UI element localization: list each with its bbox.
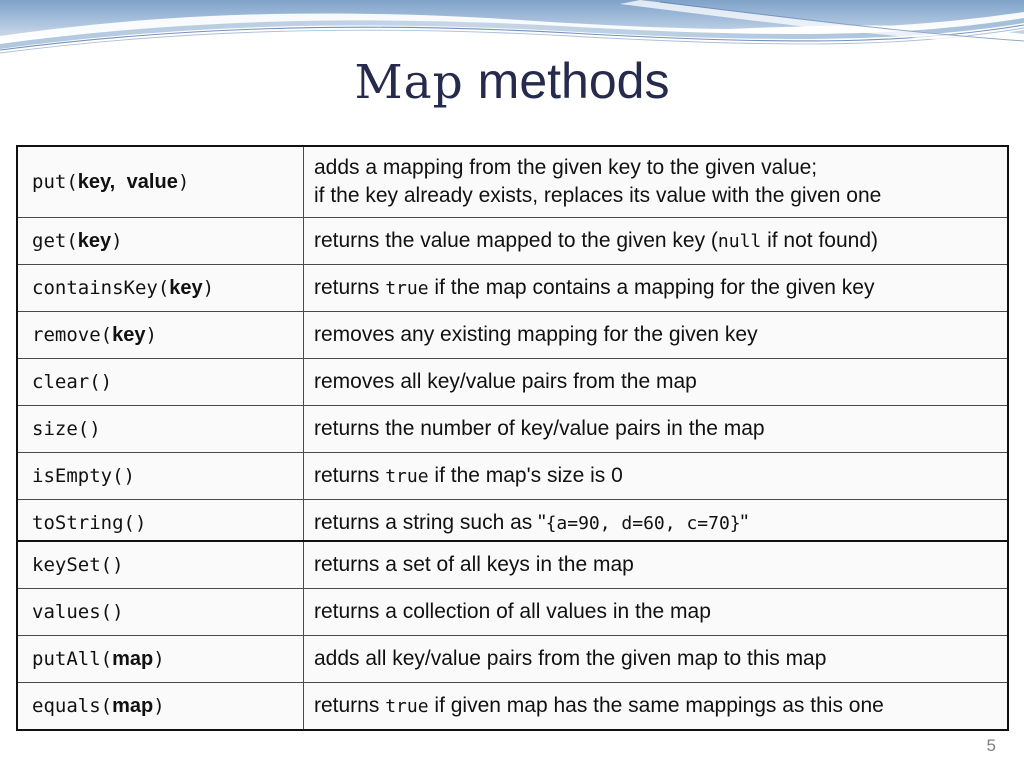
table-row: put(key, value) adds a mapping from the g… bbox=[16, 145, 1009, 218]
table-row: get(key) returns the value mapped to the … bbox=[16, 217, 1009, 265]
description-text: returns a set of all keys in the map bbox=[314, 553, 634, 577]
map-view-methods-table: keySet() returns a set of all keys in the… bbox=[16, 540, 1009, 731]
table-row: values() returns a collection of all valu… bbox=[16, 588, 1009, 636]
method-parameter: key, bbox=[77, 170, 116, 193]
method-description-cell: returns the value mapped to the given ke… bbox=[303, 217, 1009, 265]
description-text: returns bbox=[314, 276, 386, 300]
description-text: " bbox=[740, 511, 749, 535]
inline-code: true bbox=[385, 696, 429, 718]
method-description-cell: returns the number of key/value pairs in… bbox=[303, 405, 1009, 453]
table-row: equals(map) returns true if given map has… bbox=[16, 682, 1009, 731]
method-parameter: map bbox=[112, 647, 154, 670]
description-text: if not found) bbox=[761, 229, 879, 253]
page-title: Map methods bbox=[0, 56, 1024, 106]
table-row: size() returns the number of key/value pa… bbox=[16, 405, 1009, 453]
table-row: putAll(map) adds all key/value pairs from… bbox=[16, 635, 1009, 683]
slide-page-number: 5 bbox=[986, 736, 996, 755]
header-decoration-banner bbox=[0, 0, 1024, 60]
method-signature-cell: values() bbox=[16, 588, 304, 636]
table-body-core: put(key, value) adds a mapping from the g… bbox=[16, 145, 1009, 548]
method-paren: ) bbox=[202, 276, 215, 299]
method-description-cell: returns true if given map has the same m… bbox=[303, 682, 1009, 731]
method-description-cell: returns a set of all keys in the map bbox=[303, 540, 1009, 589]
method-description-cell: returns a collection of all values in th… bbox=[303, 588, 1009, 636]
method-description-cell: returns true if the map's size is 0 bbox=[303, 452, 1009, 500]
table-row: keySet() returns a set of all keys in the… bbox=[16, 540, 1009, 589]
inline-code: {a=90, d=60, c=70} bbox=[545, 513, 741, 535]
description-text: returns bbox=[314, 694, 386, 718]
method-signature-cell: put(key, value) bbox=[16, 145, 304, 218]
description-text: if the key already exists, replaces its … bbox=[314, 184, 882, 207]
table-row: clear() removes all key/value pairs from … bbox=[16, 358, 1009, 406]
method-description-cell: returns true if the map contains a mappi… bbox=[303, 264, 1009, 312]
method-signature-cell: get(key) bbox=[16, 217, 304, 265]
description-text: returns a string such as " bbox=[314, 511, 546, 535]
method-signature-cell: equals(map) bbox=[16, 682, 304, 731]
table-body-views: keySet() returns a set of all keys in the… bbox=[16, 540, 1009, 731]
page-title-word: methods bbox=[477, 53, 670, 109]
description-text: adds a mapping from the given key to the… bbox=[314, 156, 818, 180]
page-title-code-word: Map bbox=[354, 55, 464, 110]
method-description-cell: adds all key/value pairs from the given … bbox=[303, 635, 1009, 683]
method-paren: ) bbox=[145, 323, 157, 346]
method-signature-cell: size() bbox=[16, 405, 304, 453]
table-row: isEmpty() returns true if the map's size … bbox=[16, 452, 1009, 500]
description-text: adds all key/value pairs from the given … bbox=[314, 647, 827, 671]
description-text: removes any existing mapping for the giv… bbox=[314, 323, 758, 347]
method-name: size() bbox=[32, 418, 101, 440]
method-paren: ) bbox=[153, 694, 165, 717]
method-name: keySet() bbox=[32, 554, 124, 576]
description-text: returns bbox=[314, 464, 386, 488]
map-core-methods-table: put(key, value) adds a mapping from the g… bbox=[16, 145, 1009, 548]
method-parameter: key bbox=[112, 323, 146, 346]
method-name: values() bbox=[32, 601, 124, 623]
description-text: returns the value mapped to the given ke… bbox=[314, 229, 718, 253]
method-name: remove( bbox=[32, 323, 113, 346]
method-paren: ) bbox=[111, 229, 123, 252]
method-signature-cell: isEmpty() bbox=[16, 452, 304, 500]
method-signature-cell: keySet() bbox=[16, 540, 304, 589]
method-parameter: map bbox=[112, 694, 154, 717]
method-name: putAll( bbox=[32, 647, 113, 670]
method-name: equals( bbox=[32, 694, 113, 717]
method-name: isEmpty() bbox=[32, 465, 135, 487]
method-signature-cell: putAll(map) bbox=[16, 635, 304, 683]
method-parameter: value bbox=[126, 170, 178, 193]
method-description-cell: removes all key/value pairs from the map bbox=[303, 358, 1009, 406]
description-text: returns the number of key/value pairs in… bbox=[314, 417, 765, 441]
method-description-cell: removes any existing mapping for the giv… bbox=[303, 311, 1009, 359]
method-name: containsKey( bbox=[32, 276, 170, 299]
method-parameter: key bbox=[169, 276, 203, 299]
description-text: if the map's size is 0 bbox=[428, 464, 623, 488]
description-text: returns a collection of all values in th… bbox=[314, 600, 711, 624]
method-name: toString() bbox=[32, 512, 147, 534]
method-paren: ) bbox=[153, 647, 165, 670]
method-paren: ) bbox=[177, 170, 190, 193]
description-text: removes all key/value pairs from the map bbox=[314, 370, 697, 394]
method-name: clear() bbox=[32, 371, 113, 393]
method-name: get( bbox=[32, 229, 78, 252]
method-description-cell: adds a mapping from the given key to the… bbox=[303, 145, 1009, 218]
method-name: put( bbox=[32, 170, 78, 193]
method-signature-cell: clear() bbox=[16, 358, 304, 406]
method-signature-cell: containsKey(key) bbox=[16, 264, 304, 312]
table-row: remove(key) removes any existing mapping … bbox=[16, 311, 1009, 359]
description-text: if the map contains a mapping for the gi… bbox=[428, 276, 875, 300]
inline-code: true bbox=[385, 278, 429, 300]
inline-code: true bbox=[385, 466, 429, 488]
inline-code: null bbox=[717, 231, 762, 253]
method-parameter: key bbox=[77, 229, 112, 252]
table-row: containsKey(key) returns true if the map … bbox=[16, 264, 1009, 312]
description-text: if given map has the same mappings as th… bbox=[428, 694, 884, 718]
method-signature-cell: remove(key) bbox=[16, 311, 304, 359]
